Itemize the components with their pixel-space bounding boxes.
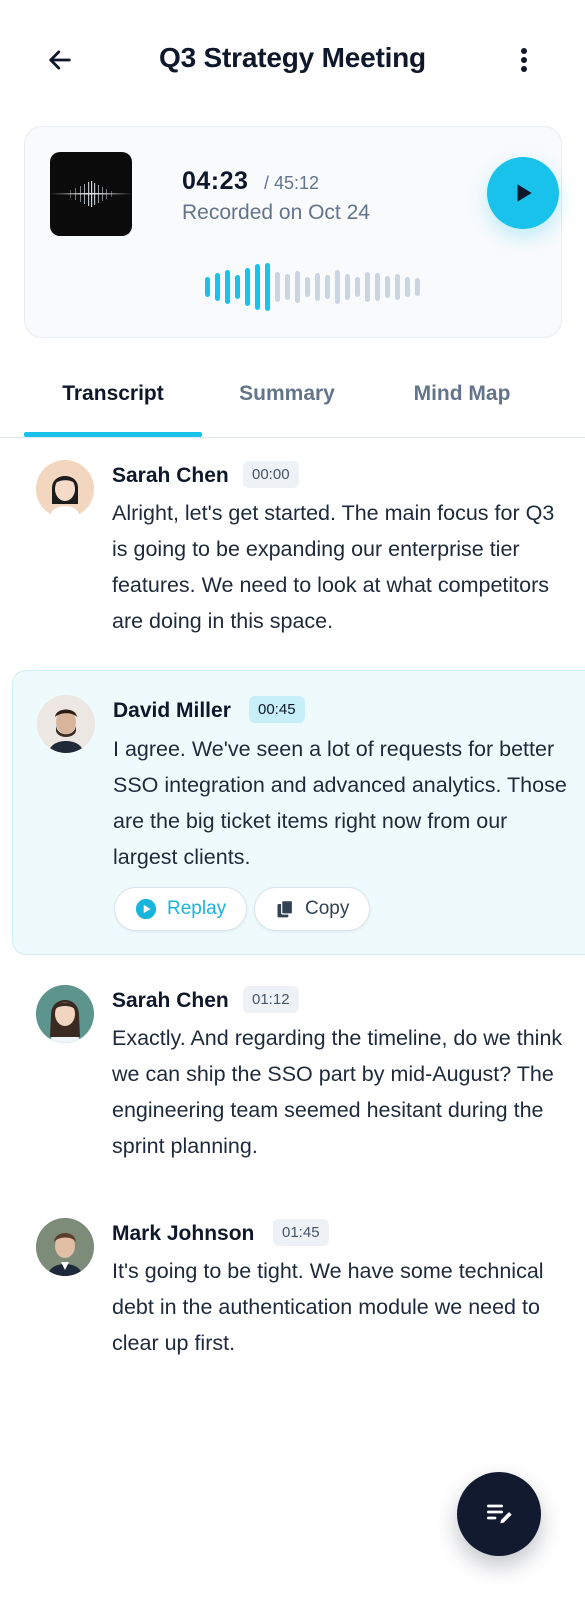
waveform-bar [285,274,290,300]
app-header: Q3 Strategy Meeting [0,0,585,120]
speaker-name: Sarah Chen [112,464,229,487]
speaker-name: Mark Johnson [112,1222,255,1245]
waveform-bar [215,273,220,301]
total-duration: / 45:12 [264,173,320,193]
waveform-bar [275,272,280,302]
tab-summary[interactable]: Summary [198,382,376,406]
waveform-bar [205,277,210,297]
page-title: Q3 Strategy Meeting [159,42,426,73]
more-vertical-icon [521,48,527,72]
waveform-bar [335,270,340,304]
play-circle-icon [135,898,157,920]
tab-transcript[interactable]: Transcript [24,382,202,406]
copy-button[interactable]: Copy [254,887,371,931]
transcript-entry[interactable]: Mark Johnson 01:45 It's going to be tigh… [0,1200,585,1380]
waveform-bar [235,275,240,299]
avatar [36,985,94,1043]
timestamp-badge[interactable]: 00:00 [243,461,299,488]
waveform-bar [325,275,330,299]
transcript-text: It's going to be tight. We have some tec… [112,1259,544,1355]
waveform-bar [315,273,320,301]
waveform-bar [355,277,360,297]
replay-button[interactable]: Replay [114,887,248,931]
active-tab-indicator [24,432,202,437]
waveform-bar [305,277,310,297]
transcript-entry-active[interactable]: David Miller 00:45 I agree. We've seen a… [12,670,585,955]
play-icon [517,184,532,202]
waveform-bar [345,274,350,300]
waveform-bar [365,272,370,302]
transcript-text: I agree. We've seen a lot of requests fo… [113,737,567,869]
waveform-bar [265,263,270,311]
copy-label: Copy [305,898,350,919]
transcript-entry[interactable]: Sarah Chen 01:12 Exactly. And regarding … [0,965,585,1175]
transcript-text: Exactly. And regarding the timeline, do … [112,1026,563,1158]
avatar [37,695,95,753]
waveform-bar [375,273,380,301]
copy-icon [277,900,294,918]
audio-player-card: 04:23 / 45:12 Recorded on Oct 24 [24,126,562,338]
waveform-bar [245,268,250,306]
audio-waveform-scrubber[interactable] [205,261,435,313]
speaker-name: David Miller [113,699,231,722]
avatar [36,1218,94,1276]
transcript-entry[interactable]: Sarah Chen 00:00 Alright, let's get star… [0,440,585,660]
tab-mind-map[interactable]: Mind Map [373,382,551,406]
transcript-screen: Q3 Strategy Meeting 04:23 / 45:12 Record… [0,0,585,1600]
more-options-button[interactable] [504,40,544,80]
waveform-bar [225,270,230,304]
replay-label: Replay [167,898,227,919]
tab-bar: Transcript Summary Mind Map [0,360,585,438]
timestamp-badge[interactable]: 01:45 [273,1219,329,1246]
audio-thumbnail [50,152,132,236]
speaker-name: Sarah Chen [112,989,229,1012]
waveform-bar [405,277,410,297]
waveform-bar [415,278,420,296]
waveform-bar [395,274,400,300]
edit-notes-button[interactable] [457,1472,541,1556]
waveform-bar [385,276,390,298]
timestamp-badge[interactable]: 00:45 [249,696,305,723]
avatar [36,460,94,518]
waveform-bar [255,264,260,310]
current-time: 04:23 [182,167,249,195]
timestamp-badge[interactable]: 01:12 [243,986,299,1013]
edit-notes-icon [487,1504,512,1524]
play-button[interactable] [487,157,559,229]
recorded-date: Recorded on Oct 24 [182,201,370,224]
transcript-text: Alright, let's get started. The main foc… [112,501,555,633]
waveform-bar [295,271,300,303]
